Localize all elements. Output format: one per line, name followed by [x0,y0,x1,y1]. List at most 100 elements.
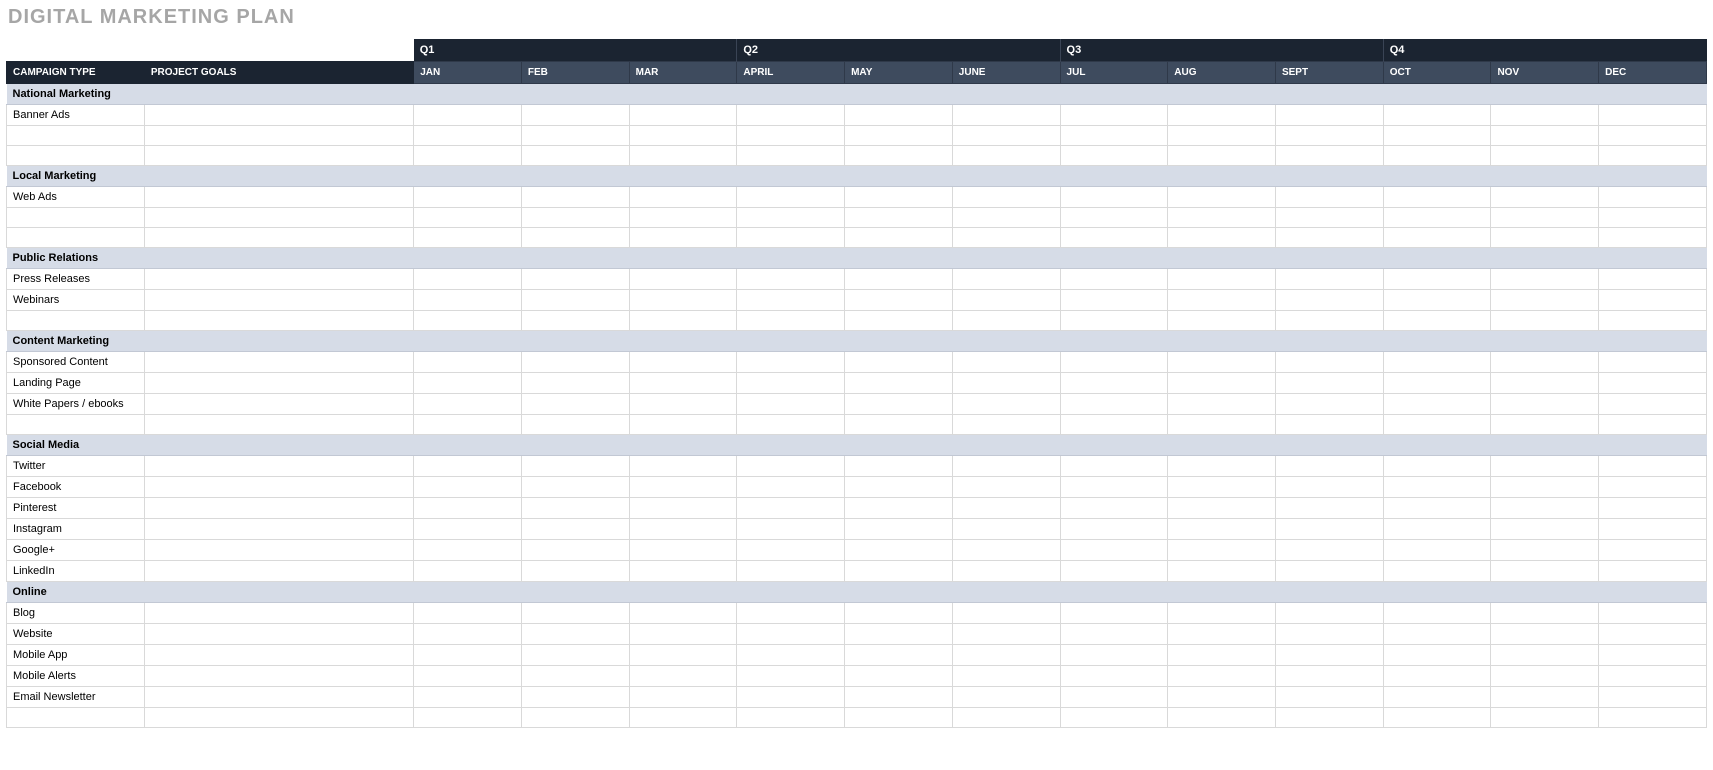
campaign-type-cell[interactable] [7,414,145,434]
month-cell[interactable] [1383,497,1491,518]
month-cell[interactable] [414,393,522,414]
month-cell[interactable] [629,351,737,372]
month-cell[interactable] [1275,623,1383,644]
month-cell[interactable] [1599,707,1707,727]
month-cell[interactable] [1383,414,1491,434]
project-goals-cell[interactable] [144,289,413,310]
month-cell[interactable] [737,372,845,393]
month-cell[interactable] [845,372,953,393]
month-cell[interactable] [1491,351,1599,372]
month-cell[interactable] [737,351,845,372]
month-cell[interactable] [1383,602,1491,623]
month-cell[interactable] [1599,186,1707,207]
month-cell[interactable] [1060,476,1168,497]
campaign-type-cell[interactable]: Twitter [7,455,145,476]
month-cell[interactable] [629,145,737,165]
month-cell[interactable] [1599,539,1707,560]
month-cell[interactable] [414,372,522,393]
month-cell[interactable] [521,227,629,247]
month-cell[interactable] [521,186,629,207]
month-cell[interactable] [414,145,522,165]
month-cell[interactable] [414,414,522,434]
month-cell[interactable] [1599,665,1707,686]
project-goals-cell[interactable] [144,518,413,539]
month-cell[interactable] [521,686,629,707]
project-goals-cell[interactable] [144,665,413,686]
month-cell[interactable] [414,602,522,623]
month-cell[interactable] [1599,476,1707,497]
campaign-type-cell[interactable]: Google+ [7,539,145,560]
month-cell[interactable] [414,104,522,125]
month-cell[interactable] [952,351,1060,372]
month-cell[interactable] [1168,686,1276,707]
month-cell[interactable] [1599,125,1707,145]
month-cell[interactable] [629,227,737,247]
month-cell[interactable] [952,289,1060,310]
month-cell[interactable] [629,455,737,476]
month-cell[interactable] [1168,289,1276,310]
month-cell[interactable] [737,145,845,165]
month-cell[interactable] [1275,310,1383,330]
month-cell[interactable] [952,393,1060,414]
month-cell[interactable] [952,372,1060,393]
month-cell[interactable] [737,707,845,727]
month-cell[interactable] [1383,207,1491,227]
project-goals-cell[interactable] [144,104,413,125]
month-cell[interactable] [1383,145,1491,165]
month-cell[interactable] [521,125,629,145]
month-cell[interactable] [1383,372,1491,393]
month-cell[interactable] [1491,644,1599,665]
month-cell[interactable] [952,560,1060,581]
campaign-type-cell[interactable] [7,125,145,145]
month-cell[interactable] [1491,310,1599,330]
month-cell[interactable] [1060,518,1168,539]
month-cell[interactable] [1383,560,1491,581]
month-cell[interactable] [737,623,845,644]
project-goals-cell[interactable] [144,539,413,560]
month-cell[interactable] [414,227,522,247]
month-cell[interactable] [845,518,953,539]
month-cell[interactable] [1383,289,1491,310]
month-cell[interactable] [1491,145,1599,165]
month-cell[interactable] [1275,644,1383,665]
month-cell[interactable] [1275,665,1383,686]
month-cell[interactable] [414,623,522,644]
month-cell[interactable] [1383,644,1491,665]
month-cell[interactable] [952,602,1060,623]
month-cell[interactable] [1599,207,1707,227]
month-cell[interactable] [1168,393,1276,414]
month-cell[interactable] [1060,125,1168,145]
month-cell[interactable] [1491,207,1599,227]
month-cell[interactable] [952,186,1060,207]
month-cell[interactable] [1491,539,1599,560]
month-cell[interactable] [952,414,1060,434]
month-cell[interactable] [1383,623,1491,644]
month-cell[interactable] [1275,539,1383,560]
campaign-type-cell[interactable]: White Papers / ebooks [7,393,145,414]
month-cell[interactable] [952,227,1060,247]
month-cell[interactable] [1168,414,1276,434]
month-cell[interactable] [1491,455,1599,476]
project-goals-cell[interactable] [144,186,413,207]
month-cell[interactable] [1168,351,1276,372]
month-cell[interactable] [1060,560,1168,581]
month-cell[interactable] [1383,476,1491,497]
month-cell[interactable] [1275,186,1383,207]
month-cell[interactable] [521,602,629,623]
month-cell[interactable] [1275,414,1383,434]
month-cell[interactable] [1491,707,1599,727]
month-cell[interactable] [521,268,629,289]
month-cell[interactable] [1599,372,1707,393]
month-cell[interactable] [1599,623,1707,644]
month-cell[interactable] [414,707,522,727]
month-cell[interactable] [521,351,629,372]
month-cell[interactable] [1060,414,1168,434]
campaign-type-cell[interactable]: Mobile App [7,644,145,665]
month-cell[interactable] [1599,686,1707,707]
month-cell[interactable] [1168,623,1276,644]
month-cell[interactable] [1599,145,1707,165]
month-cell[interactable] [845,351,953,372]
month-cell[interactable] [1599,602,1707,623]
month-cell[interactable] [845,539,953,560]
month-cell[interactable] [1060,372,1168,393]
